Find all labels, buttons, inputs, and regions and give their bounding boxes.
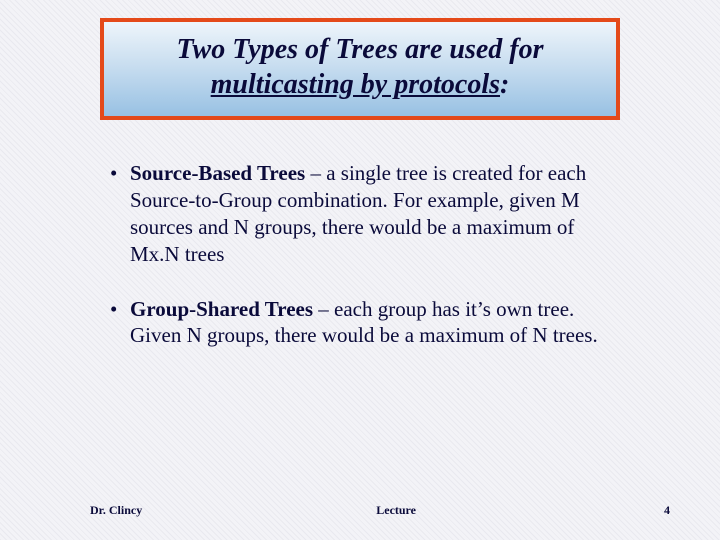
footer-page-number: 4 <box>650 503 670 518</box>
footer-center: Lecture <box>142 503 650 518</box>
title-colon: : <box>500 69 509 100</box>
footer-author: Dr. Clincy <box>90 503 142 518</box>
bullet-lead: Group-Shared Trees <box>130 297 313 321</box>
title-line2: multicasting by protocols <box>211 69 500 100</box>
title-line1: Two Types of Trees are used for <box>176 34 543 65</box>
slide-title: Two Types of Trees are used for multicas… <box>122 32 598 102</box>
list-item: Group-Shared Trees – each group has it’s… <box>110 296 620 350</box>
list-item: Source-Based Trees – a single tree is cr… <box>110 160 620 268</box>
slide: Two Types of Trees are used for multicas… <box>0 0 720 540</box>
content-area: Source-Based Trees – a single tree is cr… <box>50 160 670 349</box>
footer: Dr. Clincy Lecture 4 <box>0 503 720 518</box>
bullet-lead: Source-Based Trees <box>130 161 305 185</box>
title-box: Two Types of Trees are used for multicas… <box>100 18 620 120</box>
